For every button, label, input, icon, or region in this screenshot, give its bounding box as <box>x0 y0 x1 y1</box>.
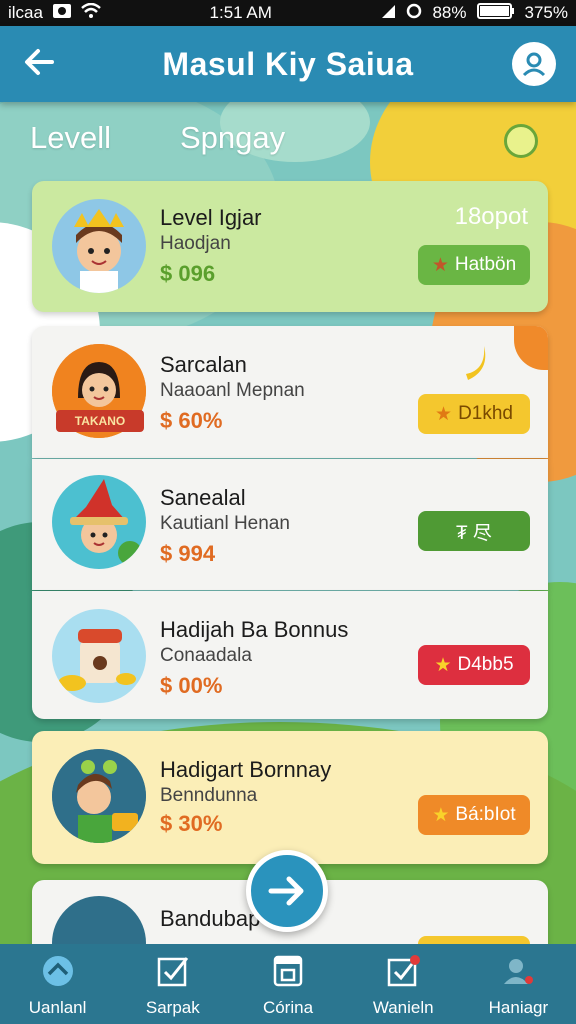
reward-card-hadigart[interactable]: Hadigart Bornnay Benndunna $ 30% ★ Bá:bI… <box>32 731 548 864</box>
checklist-icon <box>156 954 190 988</box>
reward-card-sanealal[interactable]: Sanealal Kautianl Henan $ 994 ₮ 尽 <box>32 459 548 590</box>
wifi-icon <box>81 2 101 24</box>
avatar-badge: TAKANO <box>56 410 144 432</box>
nav-label: Uanlanl <box>28 998 87 1017</box>
app-header: Masul Kiy Saiua <box>0 26 576 102</box>
card-subtitle: Benndunna <box>160 785 258 806</box>
card-price: $ 60% <box>160 408 223 433</box>
card-subtitle: Naaoanl Mepnan <box>160 380 305 401</box>
calendar-icon <box>271 954 305 988</box>
claim-button[interactable]: ★ Hatbön <box>418 245 530 285</box>
button-label: Hatbön <box>454 254 517 275</box>
profile-button[interactable] <box>512 42 556 86</box>
reward-card-level[interactable]: Level Igjar Haodjan $ 096 18opot ★ Hatbö… <box>32 181 548 312</box>
card-title: Bandubap <box>160 906 261 931</box>
card-title: Hadijah Ba Bonnus <box>160 617 349 642</box>
card-price: $ 30% <box>160 811 223 836</box>
bottom-navigation: Uanlanl Sarpak Córina Wanieln Haniagr <box>0 944 576 1024</box>
card-title: Sarcalan <box>160 352 247 377</box>
nav-label: Haniagr <box>488 998 549 1017</box>
card-subtitle: Conaadala <box>160 645 252 666</box>
status-bar: ilcaa 1:51 AM 88% 375% <box>0 0 576 26</box>
reward-card-sarcalan[interactable]: TAKANO Sarcalan Naaoanl Mepnan $ 60% ★ D… <box>32 326 548 458</box>
claim-button[interactable]: ₮ 尽 <box>418 511 530 551</box>
card-title: Sanealal <box>160 485 246 510</box>
reward-card-bonus[interactable]: Hadijah Ba Bonnus Conaadala $ 00% ★ D4bb… <box>32 591 548 719</box>
status-percent: 88% <box>432 3 467 22</box>
profile-icon <box>501 954 535 988</box>
avatar-boy-gift <box>52 749 146 843</box>
battery-label: 375% <box>524 3 568 22</box>
nav-item-wanieln[interactable]: Wanieln <box>346 944 461 1024</box>
status-time: 1:51 AM <box>209 3 272 22</box>
button-label: ₮ 尽 <box>456 522 492 544</box>
tab-bar: Levell Spngay <box>0 112 576 168</box>
avatar-boy-crown <box>52 199 146 293</box>
nav-item-haniagr[interactable]: Haniagr <box>461 944 576 1024</box>
nav-label: Wanieln <box>372 998 434 1017</box>
claim-button[interactable]: ★ D4bb5 <box>418 645 530 685</box>
clock-icon[interactable] <box>504 124 538 158</box>
nav-label: Sarpak <box>145 998 200 1017</box>
nav-item-sarpak[interactable]: Sarpak <box>115 944 230 1024</box>
camera-icon <box>52 3 71 23</box>
claim-button[interactable]: ★ Bá:bIot <box>418 795 530 835</box>
card-title: Hadigart Bornnay <box>160 757 332 782</box>
claim-button[interactable]: ★ D1khd <box>418 394 530 434</box>
arrow-left-icon <box>25 49 54 75</box>
home-icon <box>41 954 75 988</box>
next-button[interactable] <box>246 850 328 932</box>
user-search-icon <box>522 52 546 77</box>
button-label: Bá:bIot <box>455 804 516 825</box>
back-button[interactable] <box>20 44 60 84</box>
star-icon: ★ <box>435 403 453 425</box>
star-icon: ★ <box>434 654 452 676</box>
button-label: D4bb5 <box>457 654 514 675</box>
nav-label: Córina <box>262 998 314 1017</box>
battery-icon <box>476 2 515 24</box>
card-subtitle: Haodjan <box>160 233 231 254</box>
card-subtitle: Kautianl Henan <box>160 513 290 534</box>
notification-check-icon <box>386 954 421 988</box>
sync-icon <box>406 3 422 24</box>
arrow-right-icon <box>268 876 304 906</box>
nav-item-home[interactable]: Uanlanl <box>0 944 115 1024</box>
corner-tag <box>514 326 548 370</box>
avatar-jar <box>52 609 146 703</box>
star-icon: ★ <box>431 254 449 276</box>
card-title: Level Igjar <box>160 205 262 230</box>
card-points: 18opot <box>454 203 528 230</box>
signal-icon <box>380 3 396 24</box>
banana-icon <box>466 346 486 380</box>
avatar-wizard <box>52 475 146 569</box>
page-title: Masul Kiy Saiua <box>162 45 414 82</box>
star-icon: ★ <box>432 804 450 826</box>
card-price: $ 00% <box>160 673 223 698</box>
card-price: $ 096 <box>160 261 216 286</box>
nav-item-corina[interactable]: Córina <box>230 944 345 1024</box>
tab-spngay[interactable]: Spngay <box>180 120 285 156</box>
card-price: $ 994 <box>160 541 216 566</box>
button-label: D1khd <box>458 403 513 424</box>
carrier-label: ilcaa <box>8 3 43 22</box>
tab-level[interactable]: Levell <box>30 120 111 156</box>
